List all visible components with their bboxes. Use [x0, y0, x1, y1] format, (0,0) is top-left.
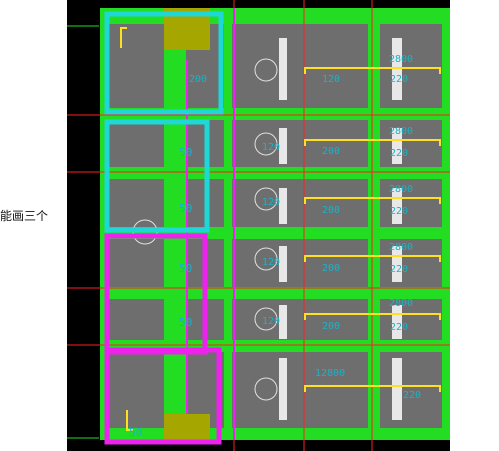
bottom-right-label: 220 — [403, 390, 421, 401]
mid-rebar-label: 200 — [322, 205, 340, 216]
left-rebar-label: 50 — [179, 262, 192, 275]
mid-rebar-label: 200 — [189, 74, 207, 85]
left-rebar-label: 50 — [179, 146, 192, 159]
right-bottom-label: 220 — [390, 264, 408, 275]
cad-drawing-canvas[interactable]: 50 50 50 50 50 200 120 120 200 120 200 1… — [67, 0, 450, 451]
left-rebar-label: 50 — [179, 316, 192, 329]
side-text: 能画三个 — [0, 209, 49, 223]
mid-rebar-label: 200 — [322, 263, 340, 274]
mid-rebar-label: 120 — [322, 74, 340, 85]
mid-rebar-label: 120 — [262, 316, 280, 327]
right-bottom-label: 220 — [390, 322, 408, 333]
mid-rebar-label: 120 — [262, 257, 280, 268]
mid-rebar-label: 120 — [262, 142, 280, 153]
bottom-dimension-label: 12800 — [315, 368, 345, 379]
left-rebar-label: 50 — [179, 202, 192, 215]
right-bottom-label: 220 — [390, 148, 408, 159]
mid-rebar-label: 200 — [322, 146, 340, 157]
right-bottom-label: 220 — [390, 206, 408, 217]
right-top-label: 2800 — [389, 54, 413, 65]
mid-rebar-label: 200 — [322, 321, 340, 332]
right-top-label: 2800 — [389, 184, 413, 195]
left-rebar-label: 50 — [129, 426, 142, 439]
mid-rebar-label: 120 — [262, 197, 280, 208]
right-top-label: 2800 — [389, 298, 413, 309]
yellow-block-bottom — [164, 414, 210, 440]
right-bottom-label: 220 — [390, 74, 408, 85]
right-top-label: 2800 — [389, 242, 413, 253]
right-top-label: 2800 — [389, 126, 413, 137]
